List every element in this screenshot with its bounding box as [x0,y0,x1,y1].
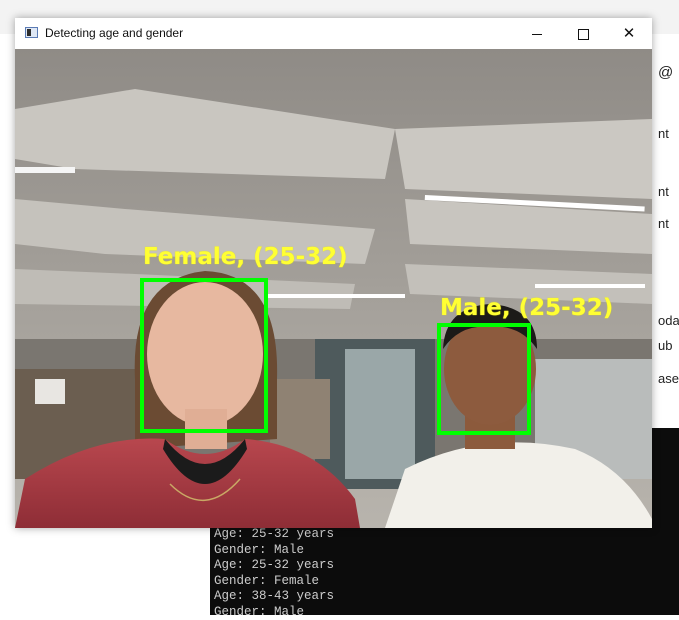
background-text: ase [658,371,679,386]
maximize-icon [578,29,589,40]
detection-label-female: Female, (25-32) [143,244,348,270]
detection-label-male: Male, (25-32) [440,295,613,321]
console-line: Age: 38-43 years [214,589,334,605]
console-line: Gender: Male [214,543,334,559]
detection-box-male [437,323,531,435]
detection-box-female [140,278,268,433]
console-line: Age: 25-32 years [214,558,334,574]
minimize-icon [532,34,542,35]
close-icon: ✕ [623,25,636,42]
console-line: Age: 25-32 years [214,527,334,543]
close-button[interactable]: ✕ [606,18,652,49]
window-title: Detecting age and gender [45,26,183,40]
window-app-icon [25,27,38,38]
background-app-right: @ nt nt nt oda ub ase [652,34,679,434]
background-app-left [0,34,15,534]
background-text: oda [658,313,679,328]
console-line: Gender: Male [214,605,334,620]
background-text: @ [658,64,673,81]
background-text: nt [658,184,669,199]
console-line: Gender: Female [214,574,334,590]
background-text: ub [658,338,672,353]
minimize-button[interactable] [514,18,560,49]
background-text: nt [658,126,669,141]
console-lines: Age: 25-32 years Gender: Male Age: 25-32… [214,527,334,620]
maximize-button[interactable] [560,18,606,49]
camera-image [15,49,652,528]
camera-frame: Female, (25-32) Male, (25-32) [15,49,652,528]
background-text: nt [658,216,669,231]
detection-window[interactable]: Detecting age and gender ✕ [15,18,652,528]
title-bar[interactable]: Detecting age and gender ✕ [15,18,652,49]
